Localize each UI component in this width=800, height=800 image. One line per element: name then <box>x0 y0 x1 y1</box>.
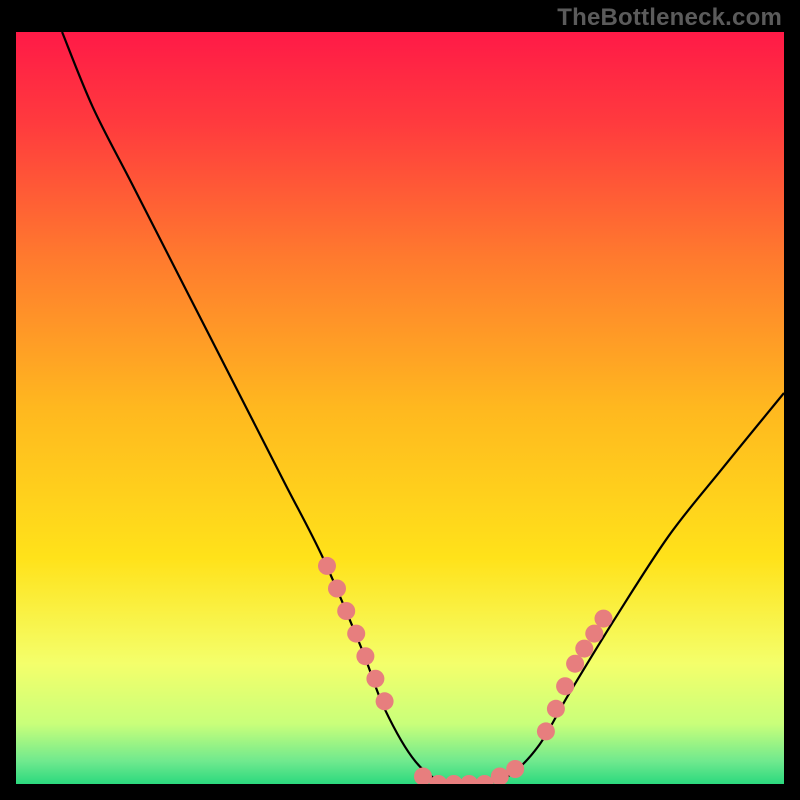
gradient-background <box>16 32 784 784</box>
highlight-dot <box>585 625 603 643</box>
highlight-dot <box>337 602 355 620</box>
chart-frame <box>16 32 784 784</box>
highlight-dot <box>356 647 374 665</box>
highlight-dot <box>376 692 394 710</box>
bottleneck-chart <box>16 32 784 784</box>
highlight-dot <box>556 677 574 695</box>
highlight-dot <box>328 580 346 598</box>
highlight-dot <box>537 722 555 740</box>
highlight-dot <box>547 700 565 718</box>
highlight-dot <box>347 625 365 643</box>
highlight-dot <box>575 640 593 658</box>
highlight-dot <box>566 655 584 673</box>
highlight-dot <box>318 557 336 575</box>
highlight-dot <box>595 610 613 628</box>
watermark-text: TheBottleneck.com <box>557 4 782 32</box>
highlight-dot <box>366 670 384 688</box>
highlight-dot <box>506 760 524 778</box>
